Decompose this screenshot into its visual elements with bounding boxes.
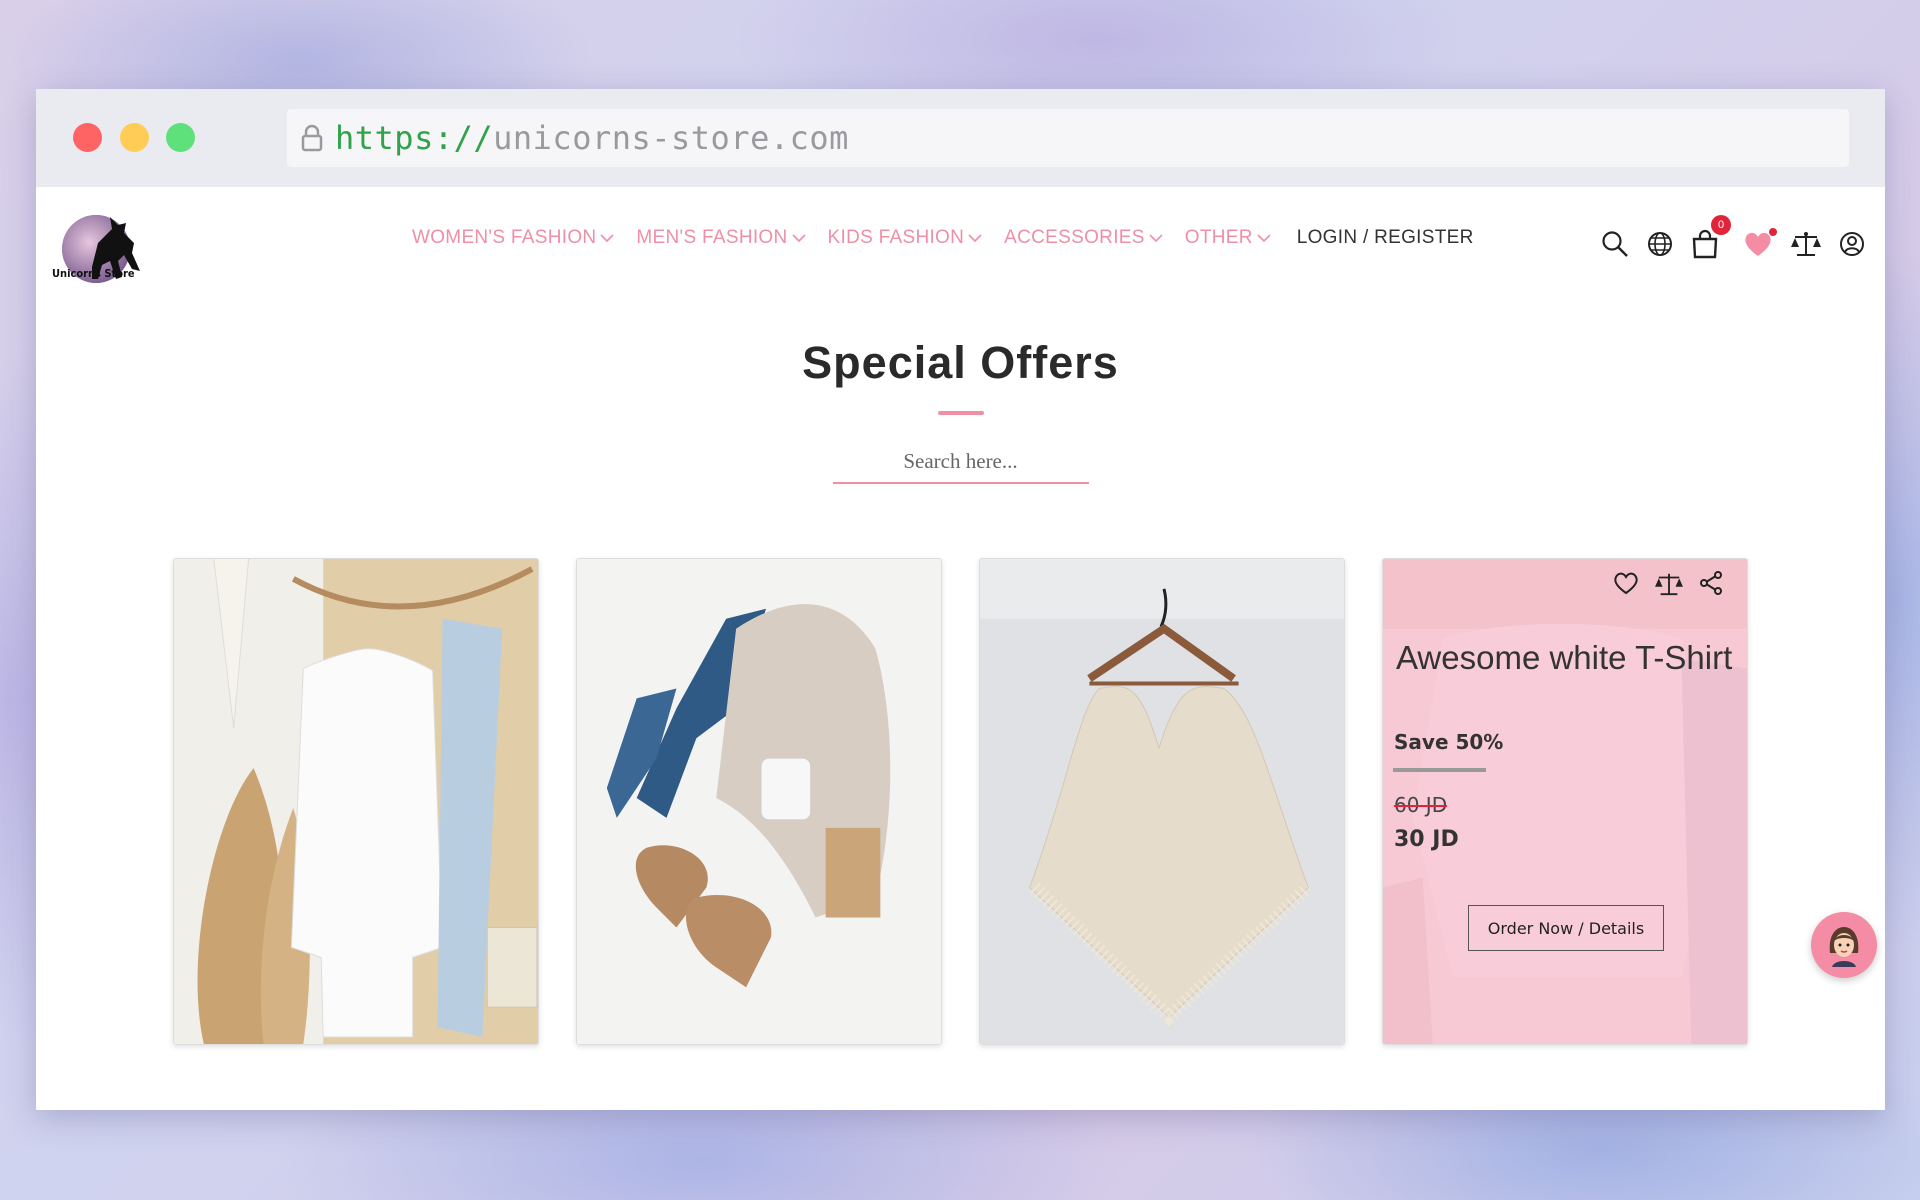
chevron-down-icon [968, 234, 982, 243]
url-host: unicorns-store.com [493, 119, 849, 157]
lock-icon [301, 124, 323, 152]
nav-label: KIDS FASHION [827, 227, 965, 248]
support-avatar-icon [1829, 927, 1859, 967]
nav-womens-fashion[interactable]: WOMEN'S FASHION [412, 227, 614, 249]
search-field-wrap [832, 443, 1089, 484]
cart-icon[interactable]: 0 [1691, 215, 1731, 259]
address-bar[interactable]: https://unicorns-store.com [287, 109, 1849, 167]
compare-scale-icon[interactable] [1791, 230, 1821, 258]
discount-divider [1393, 768, 1486, 772]
heart-icon[interactable] [1613, 571, 1639, 597]
nav-label: ACCESSORIES [1004, 227, 1145, 248]
maximize-window-button[interactable] [166, 123, 195, 152]
discount-label: Save 50% [1394, 730, 1504, 754]
minimize-window-button[interactable] [120, 123, 149, 152]
card-actions [1597, 571, 1723, 597]
product-card[interactable] [979, 558, 1345, 1045]
nav-label: WOMEN'S FASHION [412, 227, 597, 248]
product-image-hoodie [174, 559, 538, 1044]
compare-scale-icon[interactable] [1655, 571, 1683, 597]
user-account-icon[interactable] [1839, 231, 1865, 257]
header-icons: 0 [1583, 215, 1865, 259]
product-overlay: Awesome white T-Shirt Save 50% 60 JD 30 … [1383, 559, 1747, 1044]
new-price: 30 JD [1394, 827, 1459, 852]
search-icon[interactable] [1601, 230, 1629, 258]
product-grid: Awesome white T-Shirt Save 50% 60 JD 30 … [173, 558, 1748, 1045]
nav-label: MEN'S FASHION [636, 227, 788, 248]
product-card[interactable] [173, 558, 539, 1045]
nav-mens-fashion[interactable]: MEN'S FASHION [636, 227, 806, 249]
site-header: Unicorns Store WOMEN'S FASHION MEN'S FAS… [36, 187, 1885, 317]
browser-titlebar: https://unicorns-store.com [36, 89, 1885, 187]
login-register-link[interactable]: LOGIN / REGISTER [1297, 227, 1474, 249]
chat-support-button[interactable] [1811, 912, 1877, 978]
wishlist-indicator-dot [1769, 228, 1777, 236]
product-card[interactable] [576, 558, 942, 1045]
search-input[interactable] [832, 443, 1089, 482]
store-logo[interactable]: Unicorns Store [52, 209, 148, 287]
product-title: Awesome white T-Shirt [1396, 639, 1733, 676]
globe-icon[interactable] [1647, 231, 1673, 257]
url-text: https://unicorns-store.com [335, 119, 849, 157]
nav-label: OTHER [1184, 227, 1253, 248]
title-underline [937, 411, 984, 415]
cart-count-badge: 0 [1711, 215, 1731, 235]
nav-accessories[interactable]: ACCESSORIES [1004, 227, 1163, 249]
chevron-down-icon [791, 234, 806, 243]
chevron-down-icon [600, 234, 614, 243]
close-window-button[interactable] [73, 123, 102, 152]
product-image-poncho [980, 559, 1344, 1044]
wishlist-heart-icon[interactable] [1743, 228, 1777, 258]
nav-kids-fashion[interactable]: KIDS FASHION [828, 227, 983, 249]
old-price: 60 JD [1394, 793, 1448, 817]
logo-text: Unicorns Store [52, 268, 135, 281]
nav-other[interactable]: OTHER [1185, 227, 1271, 249]
order-now-button[interactable]: Order Now / Details [1468, 905, 1664, 951]
chevron-down-icon [1257, 234, 1271, 243]
product-card-featured[interactable]: Awesome white T-Shirt Save 50% 60 JD 30 … [1382, 558, 1748, 1045]
browser-window: https://unicorns-store.com Unicorns Stor… [36, 89, 1885, 1110]
product-image-flatlay [577, 559, 941, 1044]
chevron-down-icon [1149, 234, 1163, 243]
share-icon[interactable] [1699, 571, 1723, 597]
page-title: Special Offers [802, 337, 1119, 388]
url-scheme: https:// [335, 119, 494, 157]
main-nav: WOMEN'S FASHION MEN'S FASHION KIDS FASHI… [412, 227, 1496, 249]
